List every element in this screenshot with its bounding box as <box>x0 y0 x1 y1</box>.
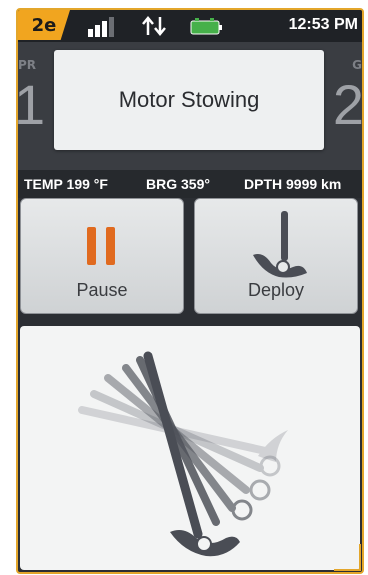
left-gauge-label: PR <box>18 58 37 72</box>
popup-message: Motor Stowing <box>118 87 260 112</box>
deploy-motor-icon <box>253 211 307 278</box>
deploy-label: Deploy <box>247 280 305 300</box>
corner-accent <box>334 544 361 571</box>
readout-bar: TEMP 199 °F BRG 359° DPTH 9999 km <box>18 170 362 198</box>
stowing-popup: Motor Stowing <box>54 50 324 150</box>
depth-readout: DPTH 9999 km <box>244 176 342 192</box>
left-gauge-value: 1 <box>16 73 46 136</box>
pause-icon <box>87 227 115 265</box>
signal-strength-icon <box>88 17 114 37</box>
mode-badge: 2e <box>18 10 70 40</box>
motor-stow-animation <box>20 326 360 570</box>
right-gauge-value: 2 <box>332 73 364 136</box>
status-bar: 2e 12:53 PM <box>18 10 362 42</box>
data-transfer-icon <box>142 16 166 36</box>
temperature-readout: TEMP 199 °F <box>24 176 108 192</box>
device-screen: 2e 12:53 PM PR 1 G 2 Motor Stowing TEMP … <box>16 8 364 574</box>
battery-icon <box>190 18 222 35</box>
bearing-readout: BRG 359° <box>146 176 210 192</box>
pause-label: Pause <box>76 280 128 300</box>
deploy-button[interactable]: Deploy <box>194 198 358 314</box>
trolling-motor-illustration <box>78 351 288 557</box>
pause-button[interactable]: Pause <box>20 198 184 314</box>
right-gauge-label: G <box>352 58 362 72</box>
clock: 12:53 PM <box>288 16 358 33</box>
